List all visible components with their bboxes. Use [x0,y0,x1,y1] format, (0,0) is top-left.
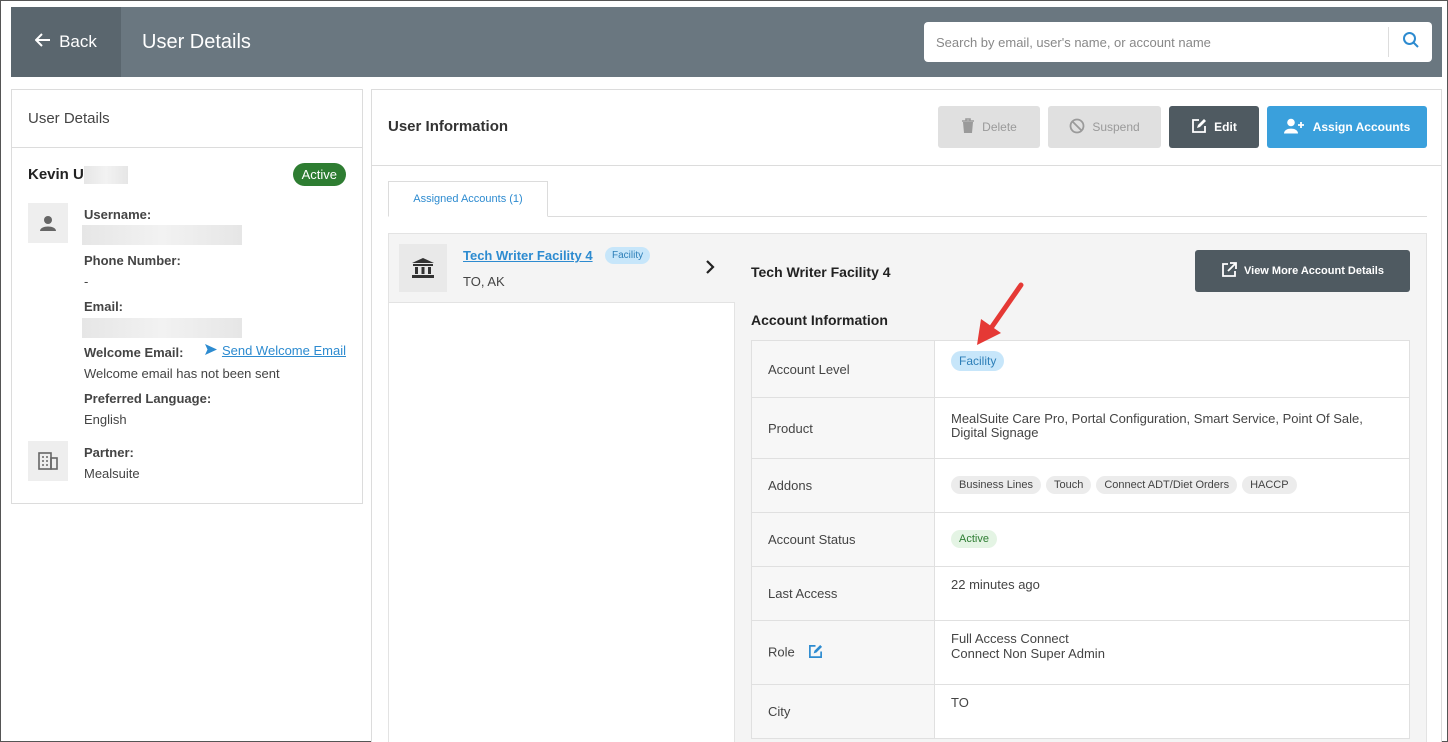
user-details-card: User Details Kevin U Active Username: Ph… [11,89,363,504]
page-title: User Details [142,31,251,53]
city-label: City [751,684,935,739]
search-icon [1402,31,1420,54]
addon-badge: HACCP [1242,476,1297,494]
account-detail-title: Tech Writer Facility 4 [751,264,891,280]
last-access-label: Last Access [751,566,935,621]
redacted-email [82,318,242,338]
role-value: Full Access Connect Connect Non Super Ad… [934,620,1410,685]
suspend-label: Suspend [1092,120,1140,134]
table-row: Account Status Active [751,512,1410,567]
table-row: Last Access 22 minutes ago [751,566,1410,621]
account-status-label: Account Status [751,512,935,567]
send-welcome-email-link[interactable]: Send Welcome Email [204,343,346,358]
edit-icon [1191,118,1214,137]
language-label: Preferred Language: [84,391,212,406]
panel-title: User Information [388,118,509,135]
external-link-icon [1221,261,1244,281]
account-list: Tech Writer Facility 4 Facility TO, AK [389,234,735,742]
addons-label: Addons [751,458,935,513]
search-button[interactable] [1388,27,1432,57]
addon-badge: Touch [1046,476,1092,494]
status-badge: Active [292,163,346,186]
view-more-account-details-button[interactable]: View More Account Details [1195,250,1410,292]
account-status-cell: Active [934,512,1410,567]
chevron-right-icon [705,260,715,279]
role-line: Connect Non Super Admin [951,646,1105,661]
phone-value: - [84,274,89,289]
suspend-button[interactable]: Suspend [1048,106,1161,148]
account-location: TO, AK [463,274,505,289]
table-row: City TO [751,684,1410,739]
edit-role-icon[interactable] [808,644,823,662]
email-label: Email: [84,299,124,314]
role-label: Role [768,643,795,659]
annotation-arrow-icon [971,281,1031,356]
account-information-heading: Account Information [751,312,888,328]
product-value: MealSuite Care Pro, Portal Configuration… [934,397,1410,459]
edit-button[interactable]: Edit [1169,106,1259,148]
list-item[interactable]: Tech Writer Facility 4 Facility TO, AK [389,234,735,303]
assign-accounts-button[interactable]: Assign Accounts [1267,106,1427,148]
account-info-table: Account Level Facility Product MealSuite… [751,340,1410,739]
product-label: Product [751,397,935,459]
welcome-email-value: Welcome email has not been sent [84,366,280,381]
person-icon [28,203,68,243]
building-icon [28,441,68,481]
account-status-badge: Active [951,530,997,548]
send-icon [204,343,222,358]
tab-assigned-accounts[interactable]: Assigned Accounts (1) [388,181,548,217]
addon-badge: Connect ADT/Diet Orders [1096,476,1238,494]
edit-label: Edit [1214,120,1237,134]
panel-header: User Information Delete Suspend Edit Ass… [372,90,1441,166]
user-information-panel: User Information Delete Suspend Edit Ass… [371,89,1442,742]
username-label: Username: [84,207,152,222]
assign-accounts-label: Assign Accounts [1312,120,1411,134]
account-name-link[interactable]: Tech Writer Facility 4 [463,248,593,263]
tab-bar: Assigned Accounts (1) [388,181,1427,217]
addon-badge: Business Lines [951,476,1041,494]
back-label: Back [59,32,97,51]
trash-icon [961,117,982,137]
accounts-area: Tech Writer Facility 4 Facility TO, AK T… [388,233,1427,742]
account-level-label: Account Level [751,340,935,398]
arrow-left-icon [34,32,59,52]
table-row: Product MealSuite Care Pro, Portal Confi… [751,397,1410,459]
redacted-surname [83,166,128,185]
table-row: Role Full Access Connect Connect Non Sup… [751,620,1410,685]
user-name-text: Kevin U [28,166,84,183]
addons-cell: Business Lines Touch Connect ADT/Diet Orde… [934,458,1410,513]
table-row: Addons Business Lines Touch Connect ADT/Di… [751,458,1410,513]
delete-label: Delete [982,120,1017,134]
last-access-value: 22 minutes ago [934,566,1410,621]
view-more-label: View More Account Details [1244,265,1384,277]
partner-label: Partner: [84,445,134,460]
partner-value: Mealsuite [84,466,140,481]
delete-button[interactable]: Delete [938,106,1040,148]
top-bar: Back User Details [11,7,1442,77]
account-level-badge: Facility [605,247,651,264]
welcome-email-label: Welcome Email: [84,345,184,360]
back-button[interactable]: Back [11,7,121,77]
user-name: Kevin U [28,166,128,185]
language-value: English [84,412,127,427]
send-welcome-label: Send Welcome Email [221,343,346,358]
user-plus-icon [1283,118,1313,137]
search-bar [924,22,1432,62]
role-line: Full Access Connect [951,631,1069,646]
redacted-username [82,225,242,245]
search-input[interactable] [924,23,1388,61]
app-frame: Back User Details User Details Kevin U A… [0,0,1448,742]
card-heading: User Details [12,90,362,148]
bank-icon [399,244,447,292]
table-row: Account Level Facility [751,340,1410,398]
ban-icon [1069,118,1092,137]
phone-label: Phone Number: [84,253,181,268]
city-value: TO [934,684,1410,739]
role-label-cell: Role [751,620,935,685]
